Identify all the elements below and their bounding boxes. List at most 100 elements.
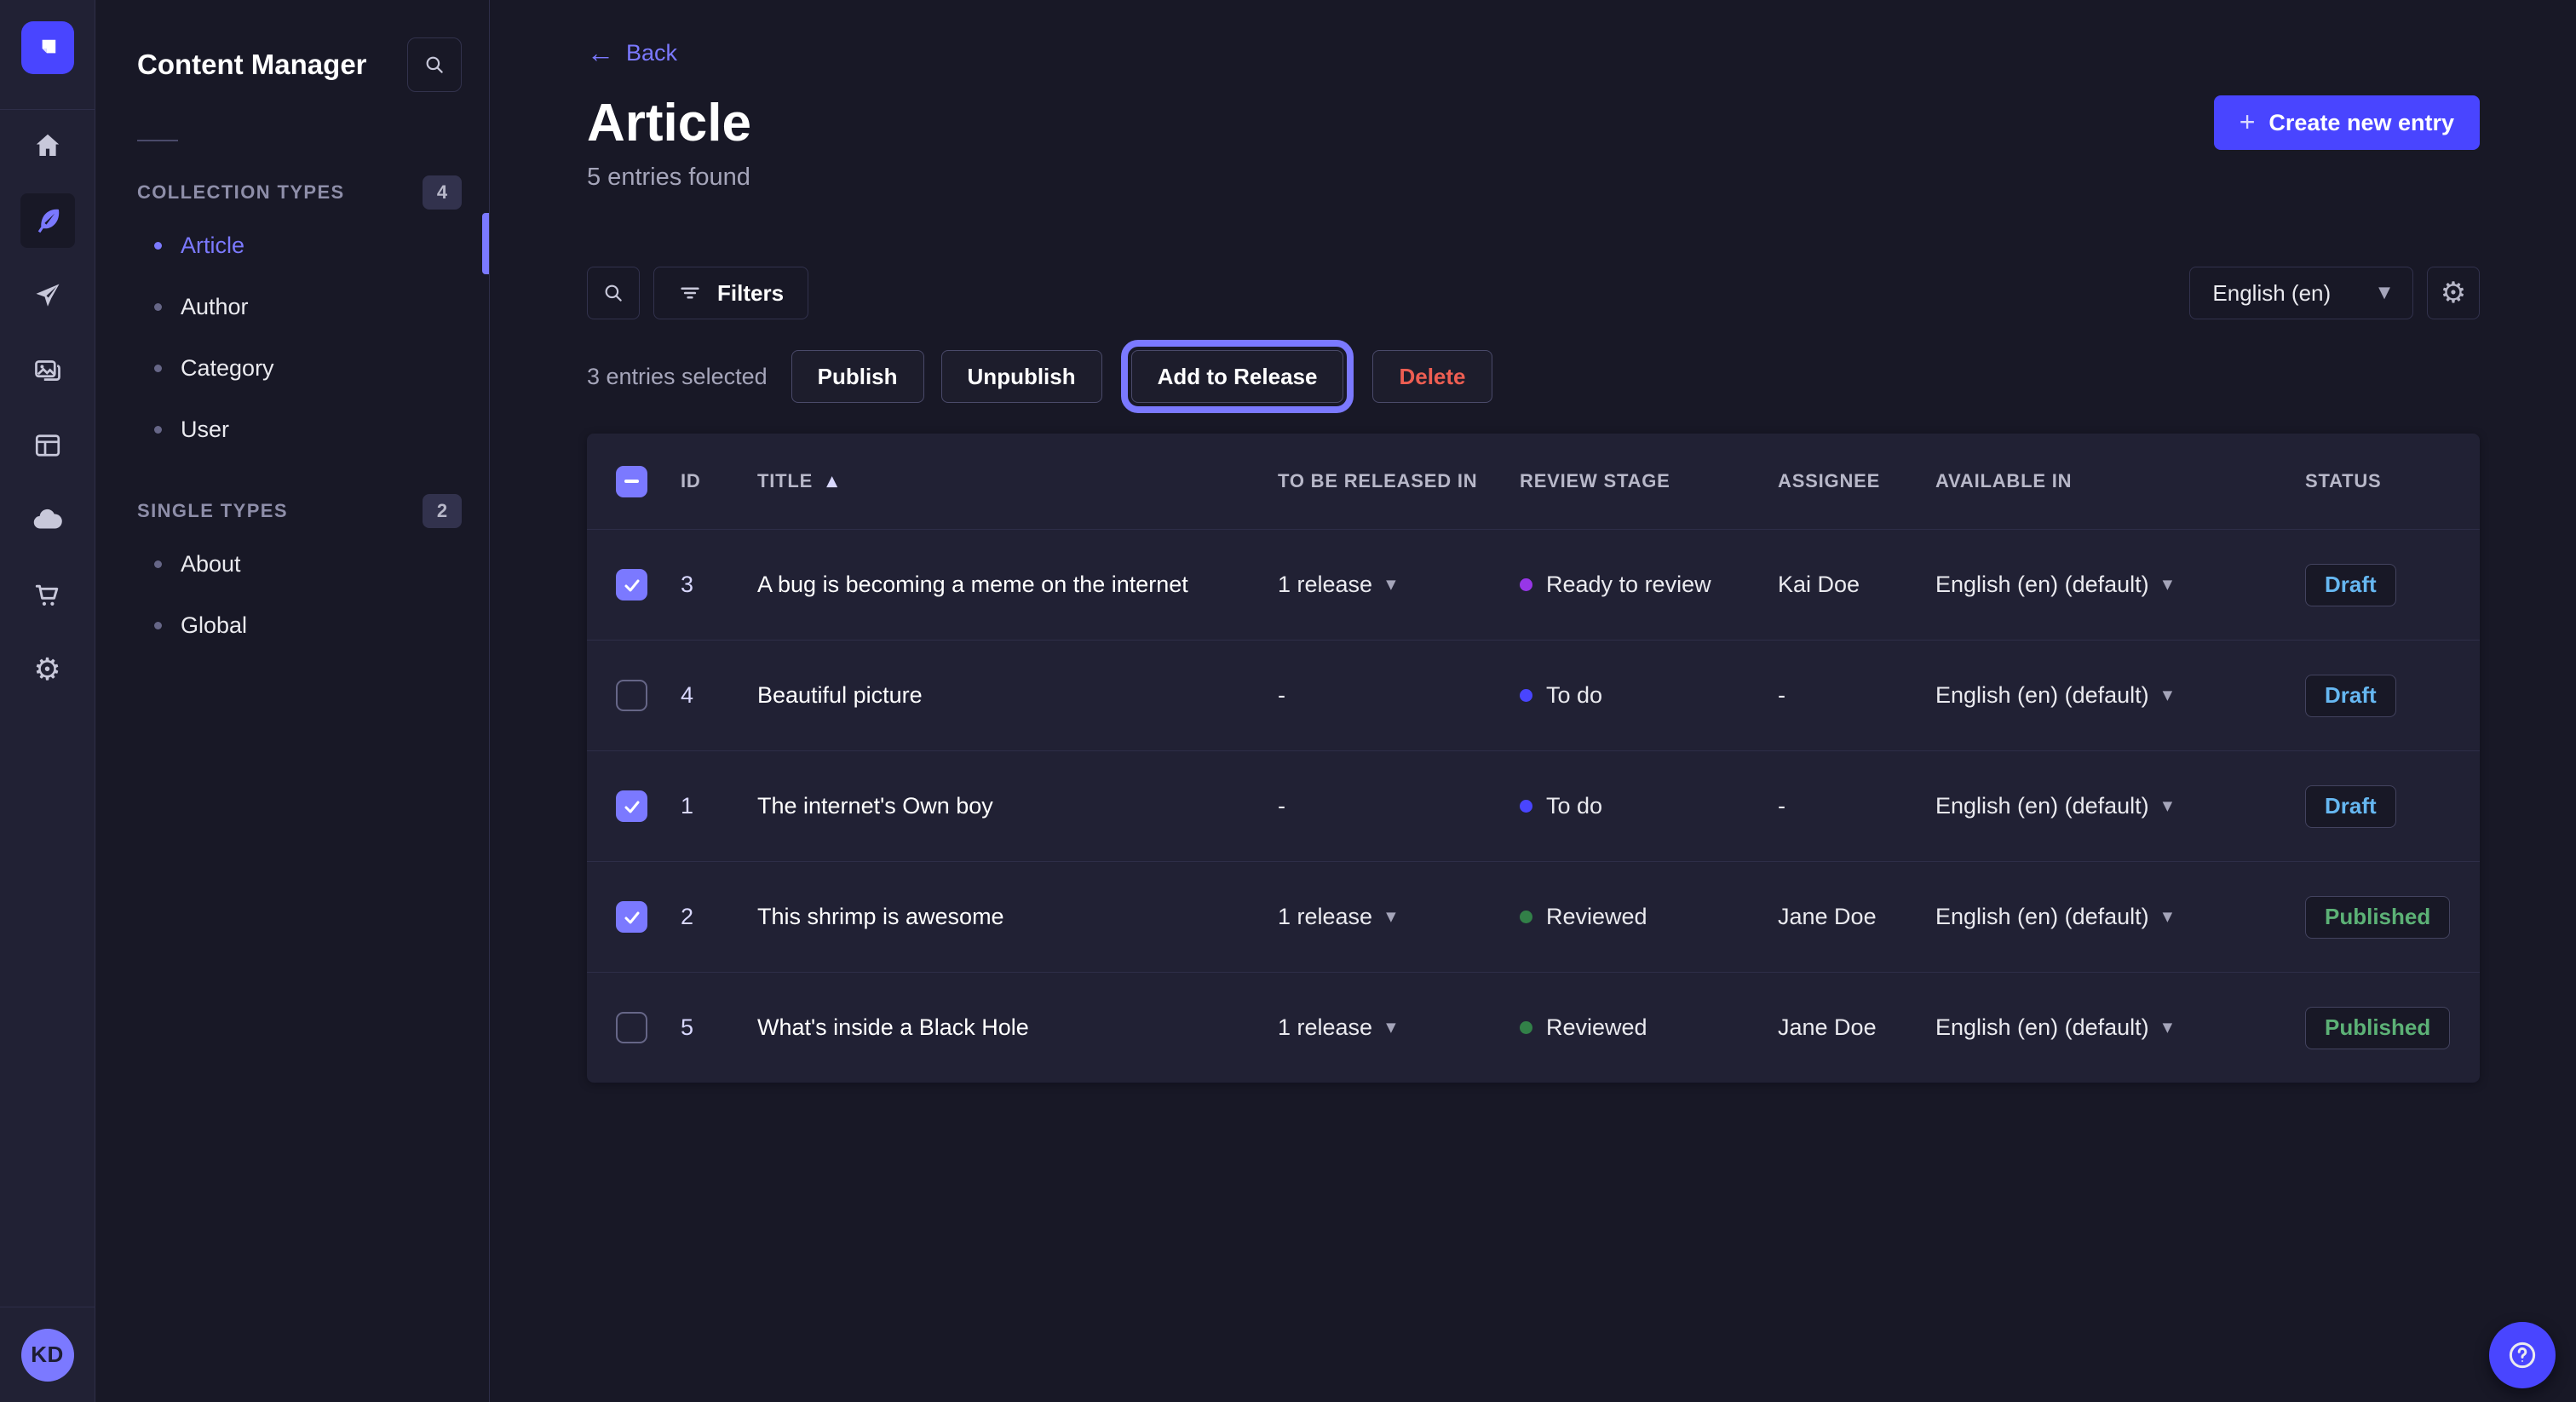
table-header-row: ID TITLE ▲ TO BE RELEASED IN REVIEW STAG… bbox=[587, 434, 2480, 529]
marketplace-cart-icon[interactable] bbox=[20, 568, 75, 623]
help-button[interactable] bbox=[2489, 1322, 2556, 1388]
publish-button[interactable]: Publish bbox=[791, 350, 924, 403]
table-row[interactable]: 4 Beautiful picture - To do - English (e… bbox=[587, 640, 2480, 750]
locale-select[interactable]: English (en) ▼ bbox=[2189, 267, 2413, 319]
row-checkbox[interactable] bbox=[616, 569, 647, 600]
cell-release[interactable]: 1 release ▼ bbox=[1278, 572, 1520, 598]
cell-assignee: - bbox=[1778, 682, 1935, 709]
user-avatar[interactable]: KD bbox=[21, 1329, 74, 1382]
cell-id: 5 bbox=[681, 1014, 757, 1041]
bullet-icon bbox=[154, 622, 162, 629]
cell-title: A bug is becoming a meme on the internet bbox=[757, 572, 1278, 598]
sidebar-item-category[interactable]: Category bbox=[96, 337, 489, 399]
strapi-logo[interactable] bbox=[21, 21, 74, 74]
cell-title: Beautiful picture bbox=[757, 682, 1278, 709]
search-icon bbox=[602, 282, 624, 304]
row-checkbox[interactable] bbox=[616, 680, 647, 711]
view-settings-button[interactable]: ⚙ bbox=[2427, 267, 2480, 319]
bullet-icon bbox=[154, 560, 162, 568]
create-new-entry-button[interactable]: + Create new entry bbox=[2214, 95, 2480, 150]
cell-available-in[interactable]: English (en) (default) ▼ bbox=[1935, 572, 2305, 598]
back-link[interactable]: ← Back bbox=[587, 39, 677, 66]
bullet-icon bbox=[154, 426, 162, 434]
column-header-title[interactable]: TITLE ▲ bbox=[757, 470, 1278, 492]
column-header-available-in[interactable]: AVAILABLE IN bbox=[1935, 470, 2305, 492]
table-row[interactable]: 5 What's inside a Black Hole 1 release ▼… bbox=[587, 972, 2480, 1083]
stage-dot-icon bbox=[1520, 689, 1532, 702]
status-badge: Published bbox=[2305, 1007, 2450, 1049]
sidebar-item-author[interactable]: Author bbox=[96, 276, 489, 337]
filters-label: Filters bbox=[717, 280, 784, 307]
gear-icon: ⚙ bbox=[2441, 279, 2466, 307]
row-checkbox[interactable] bbox=[616, 901, 647, 933]
status-badge: Draft bbox=[2305, 564, 2396, 606]
cell-release[interactable]: 1 release ▼ bbox=[1278, 904, 1520, 930]
column-header-status[interactable]: STATUS bbox=[2305, 470, 2480, 492]
single-types-count-badge: 2 bbox=[423, 494, 462, 528]
status-badge: Published bbox=[2305, 896, 2450, 939]
cell-assignee: - bbox=[1778, 793, 1935, 819]
selection-count-label: 3 entries selected bbox=[587, 364, 768, 390]
sidebar-item-article[interactable]: Article bbox=[96, 215, 489, 276]
chevron-down-icon: ▼ bbox=[2378, 285, 2390, 301]
releases-plane-icon[interactable] bbox=[20, 268, 75, 323]
sidebar-item-label: About bbox=[181, 551, 241, 577]
cell-release: - bbox=[1278, 682, 1520, 709]
column-header-release[interactable]: TO BE RELEASED IN bbox=[1278, 470, 1520, 492]
cell-available-in[interactable]: English (en) (default) ▼ bbox=[1935, 904, 2305, 930]
check-icon bbox=[622, 907, 642, 928]
table-search-button[interactable] bbox=[587, 267, 640, 319]
cell-title: This shrimp is awesome bbox=[757, 904, 1278, 930]
stage-dot-icon bbox=[1520, 800, 1532, 813]
column-header-assignee[interactable]: ASSIGNEE bbox=[1778, 470, 1935, 492]
row-checkbox[interactable] bbox=[616, 1012, 647, 1043]
main-nav-top bbox=[0, 0, 95, 110]
media-library-icon[interactable] bbox=[20, 343, 75, 398]
home-icon[interactable] bbox=[20, 118, 75, 173]
table-row[interactable]: 1 The internet's Own boy - To do - Engli… bbox=[587, 750, 2480, 861]
delete-button[interactable]: Delete bbox=[1372, 350, 1492, 403]
search-icon bbox=[423, 54, 446, 76]
chevron-down-icon: ▼ bbox=[2163, 911, 2173, 923]
check-icon bbox=[622, 796, 642, 817]
table-row[interactable]: 2 This shrimp is awesome 1 release ▼ Rev… bbox=[587, 861, 2480, 972]
sidebar-item-label: User bbox=[181, 417, 229, 443]
sort-ascending-icon: ▲ bbox=[826, 473, 838, 490]
sidebar-item-about[interactable]: About bbox=[96, 533, 489, 595]
cell-release[interactable]: 1 release ▼ bbox=[1278, 1014, 1520, 1041]
row-checkbox[interactable] bbox=[616, 790, 647, 822]
sidebar-item-label: Category bbox=[181, 355, 274, 382]
unpublish-button[interactable]: Unpublish bbox=[941, 350, 1102, 403]
stage-dot-icon bbox=[1520, 1021, 1532, 1034]
add-to-release-button[interactable]: Add to Release bbox=[1131, 350, 1344, 403]
filters-button[interactable]: Filters bbox=[653, 267, 808, 319]
column-header-id[interactable]: ID bbox=[681, 470, 757, 492]
strapi-logo-icon bbox=[33, 33, 62, 62]
cell-id: 3 bbox=[681, 572, 757, 598]
chevron-down-icon: ▼ bbox=[2163, 1021, 2173, 1034]
sidebar-item-global[interactable]: Global bbox=[96, 595, 489, 656]
stage-dot-icon bbox=[1520, 578, 1532, 591]
status-badge: Draft bbox=[2305, 785, 2396, 828]
cell-review-stage: Reviewed bbox=[1520, 1014, 1778, 1041]
main-nav: ⚙ KD bbox=[0, 0, 95, 1402]
content-manager-subnav: Content Manager COLLECTION TYPES 4 Artic… bbox=[96, 0, 490, 1402]
main-content: ← Back Article + Create new entry 5 entr… bbox=[491, 0, 2576, 1402]
cell-available-in[interactable]: English (en) (default) ▼ bbox=[1935, 793, 2305, 819]
content-type-builder-icon[interactable] bbox=[20, 418, 75, 473]
collection-types-section: COLLECTION TYPES 4 Article Author Catego… bbox=[96, 174, 489, 460]
subnav-search-button[interactable] bbox=[407, 37, 462, 92]
content-manager-icon[interactable] bbox=[20, 193, 75, 248]
cell-available-in[interactable]: English (en) (default) ▼ bbox=[1935, 1014, 2305, 1041]
select-all-checkbox[interactable] bbox=[616, 466, 647, 497]
entries-count-subtitle: 5 entries found bbox=[587, 164, 2480, 192]
cell-available-in[interactable]: English (en) (default) ▼ bbox=[1935, 682, 2305, 709]
settings-gear-icon[interactable]: ⚙ bbox=[20, 643, 75, 698]
sidebar-item-label: Author bbox=[181, 294, 249, 320]
column-header-review-stage[interactable]: REVIEW STAGE bbox=[1520, 470, 1778, 492]
collection-types-count-badge: 4 bbox=[423, 175, 462, 210]
cloud-icon[interactable] bbox=[20, 493, 75, 548]
single-types-section: SINGLE TYPES 2 About Global bbox=[96, 492, 489, 656]
table-row[interactable]: 3 A bug is becoming a meme on the intern… bbox=[587, 529, 2480, 640]
sidebar-item-user[interactable]: User bbox=[96, 399, 489, 460]
